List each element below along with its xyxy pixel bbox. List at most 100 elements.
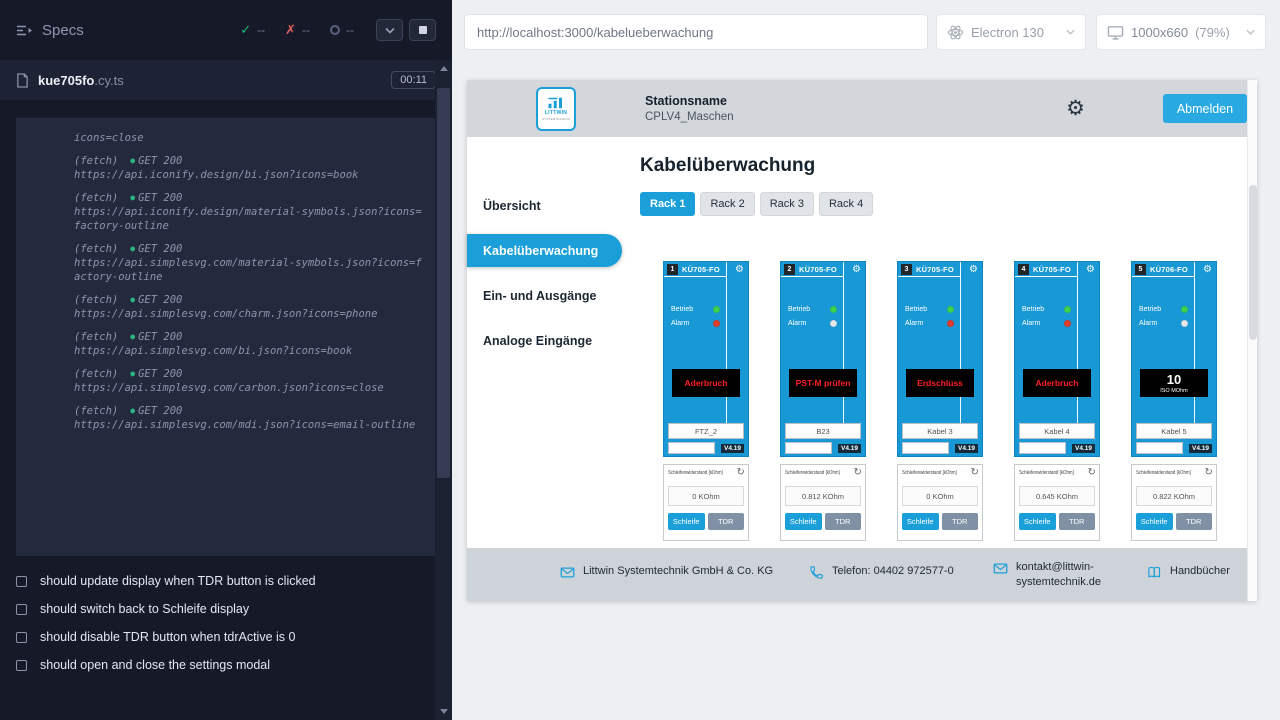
tab-rack-4[interactable]: Rack 4 — [819, 192, 873, 216]
settings-gear-icon[interactable]: ⚙ — [1066, 98, 1085, 119]
schleife-button[interactable]: Schleife — [785, 513, 822, 530]
resistance-label: Schleifenwiderstand [kOhm] — [785, 470, 840, 476]
scroll-up-arrow[interactable] — [435, 60, 452, 77]
url-input[interactable]: http://localhost:3000/kabelueberwachung — [464, 14, 928, 50]
logout-button[interactable]: Abmelden — [1163, 94, 1247, 123]
status-dot-icon: ● — [130, 293, 135, 307]
tdr-button[interactable]: TDR — [942, 513, 979, 530]
spec-timer: 00:11 — [391, 71, 436, 89]
firmware-version: V4.19 — [838, 444, 861, 453]
browser-bar: http://localhost:3000/kabelueberwachung … — [452, 0, 1280, 64]
status-code: GET 200 — [138, 367, 182, 381]
log-entry[interactable]: (fetch)●GET 200https://api.simplesvg.com… — [74, 404, 422, 432]
card-settings-gear-icon[interactable]: ⚙ — [1086, 263, 1095, 276]
spec-header[interactable]: kue705fo.cy.ts 00:11 — [0, 60, 452, 100]
card-model: KÜ705-FO — [799, 265, 837, 274]
email-icon — [993, 560, 1008, 581]
app-scrollbar-thumb[interactable] — [1249, 185, 1257, 340]
status-dot-icon: ● — [130, 330, 135, 344]
log-entry[interactable]: (fetch)●GET 200https://api.iconify.desig… — [74, 154, 422, 182]
fetch-label: (fetch) — [74, 191, 118, 205]
log-entry[interactable]: (fetch)●GET 200https://api.simplesvg.com… — [74, 367, 422, 395]
chevron-down-icon — [1246, 29, 1255, 35]
reporter-scrollbar[interactable] — [435, 60, 452, 720]
tdr-button[interactable]: TDR — [825, 513, 862, 530]
status-code: GET 200 — [138, 154, 182, 168]
sidebar-item-analoge-eing-nge[interactable]: Analoge Eingänge — [467, 318, 622, 363]
footer-item[interactable]: kontakt@littwin-systemtechnik.de — [993, 560, 1121, 590]
iso-value: 10 — [1167, 373, 1181, 386]
scrollbar-thumb[interactable] — [437, 88, 450, 478]
tab-rack-3[interactable]: Rack 3 — [760, 192, 814, 216]
viewport-select[interactable]: 1000x660 (79%) — [1096, 14, 1266, 50]
resistance-panel: Schleifenwiderstand [kOhm]↻0.822 KOhmSch… — [1131, 464, 1217, 541]
app-under-test: LITTWIN SYSTEMTECHNIK Stationsname CPLV4… — [467, 80, 1257, 601]
request-url: https://api.simplesvg.com/carbon.json?ic… — [74, 381, 422, 395]
refresh-icon[interactable]: ↻ — [736, 468, 744, 478]
tdr-button[interactable]: TDR — [708, 513, 745, 530]
refresh-icon[interactable]: ↻ — [1087, 468, 1095, 478]
cable-name-field[interactable]: Kabel 4 — [1019, 423, 1095, 439]
schleife-button[interactable]: Schleife — [1136, 513, 1173, 530]
card-settings-gear-icon[interactable]: ⚙ — [735, 263, 744, 276]
test-item[interactable]: should update display when TDR button is… — [16, 567, 436, 595]
status-code: GET 200 — [138, 293, 182, 307]
schleife-button[interactable]: Schleife — [902, 513, 939, 530]
tdr-button[interactable]: TDR — [1059, 513, 1096, 530]
refresh-icon[interactable]: ↻ — [970, 468, 978, 478]
test-title: should disable TDR button when tdrActive… — [40, 630, 295, 644]
alarm-label: Alarm — [788, 320, 806, 327]
collapse-button[interactable] — [376, 19, 403, 41]
sidebar-item-ein-und-ausg-nge[interactable]: Ein- und Ausgänge — [467, 273, 622, 318]
stop-button[interactable] — [409, 19, 436, 41]
app-header: LITTWIN SYSTEMTECHNIK Stationsname CPLV4… — [467, 80, 1257, 137]
cable-name-field[interactable]: Kabel 5 — [1136, 423, 1212, 439]
card-settings-gear-icon[interactable]: ⚙ — [969, 263, 978, 276]
tdr-button[interactable]: TDR — [1176, 513, 1213, 530]
resistance-panel: Schleifenwiderstand [kOhm]↻0 KOhmSchleif… — [897, 464, 983, 541]
test-item[interactable]: should switch back to Schleife display — [16, 595, 436, 623]
request-url: https://api.iconify.design/material-symb… — [74, 205, 422, 233]
sidebar-item--bersicht[interactable]: Übersicht — [467, 183, 622, 228]
log-entry[interactable]: (fetch)●GET 200https://api.iconify.desig… — [74, 191, 422, 233]
log-entry[interactable]: (fetch)●GET 200https://api.simplesvg.com… — [74, 242, 422, 284]
sidebar-item-kabel-berwachung[interactable]: Kabelüberwachung — [467, 234, 622, 267]
cable-name-field[interactable]: Kabel 3 — [902, 423, 978, 439]
refresh-icon[interactable]: ↻ — [853, 468, 861, 478]
card-settings-gear-icon[interactable]: ⚙ — [852, 263, 861, 276]
cable-name-field[interactable]: FTZ_2 — [668, 423, 744, 439]
specs-menu-button[interactable]: Specs — [16, 22, 84, 39]
alarm-label: Alarm — [1022, 320, 1040, 327]
footer-item[interactable]: Littwin Systemtechnik GmbH & Co. KG — [560, 564, 783, 585]
log-entry[interactable]: icons=close — [74, 131, 422, 145]
test-title: should open and close the settings modal — [40, 658, 270, 672]
browser-select[interactable]: Electron 130 — [936, 14, 1086, 50]
card-settings-gear-icon[interactable]: ⚙ — [1203, 263, 1212, 276]
footer-item[interactable]: Telefon: 04402 972577-0 — [809, 564, 967, 585]
test-item[interactable]: should disable TDR button when tdrActive… — [16, 623, 436, 651]
test-state-icon — [16, 660, 27, 671]
firmware-version: V4.19 — [955, 444, 978, 453]
footer-item[interactable]: Handbücher — [1147, 564, 1230, 585]
refresh-icon[interactable]: ↻ — [1204, 468, 1212, 478]
fetch-label: (fetch) — [74, 154, 118, 168]
tab-rack-1[interactable]: Rack 1 — [640, 192, 695, 216]
tab-rack-2[interactable]: Rack 2 — [700, 192, 754, 216]
cards-row: 1KÜ705-FO⚙BetriebAlarmAderbruchFTZ_2V4.1… — [663, 261, 1257, 541]
betrieb-label: Betrieb — [1139, 306, 1161, 313]
stat-failed: ✗-- — [285, 22, 310, 38]
test-item[interactable]: should open and close the settings modal — [16, 651, 436, 679]
schleife-button[interactable]: Schleife — [1019, 513, 1056, 530]
station-label: Stationsname — [645, 94, 734, 108]
log-entry[interactable]: (fetch)●GET 200https://api.simplesvg.com… — [74, 293, 422, 321]
blank-field — [902, 442, 949, 454]
status-display: Aderbruch — [672, 369, 740, 397]
log-entry[interactable]: (fetch)●GET 200https://api.simplesvg.com… — [74, 330, 422, 358]
schleife-button[interactable]: Schleife — [668, 513, 705, 530]
app-scrollbar[interactable] — [1247, 80, 1257, 601]
cable-name-field[interactable]: B23 — [785, 423, 861, 439]
footer-text: kontakt@littwin-systemtechnik.de — [1016, 560, 1121, 590]
command-log: icons=close(fetch)●GET 200https://api.ic… — [16, 118, 436, 556]
scroll-down-arrow[interactable] — [435, 703, 452, 720]
resistance-label: Schleifenwiderstand [kOhm] — [902, 470, 957, 476]
